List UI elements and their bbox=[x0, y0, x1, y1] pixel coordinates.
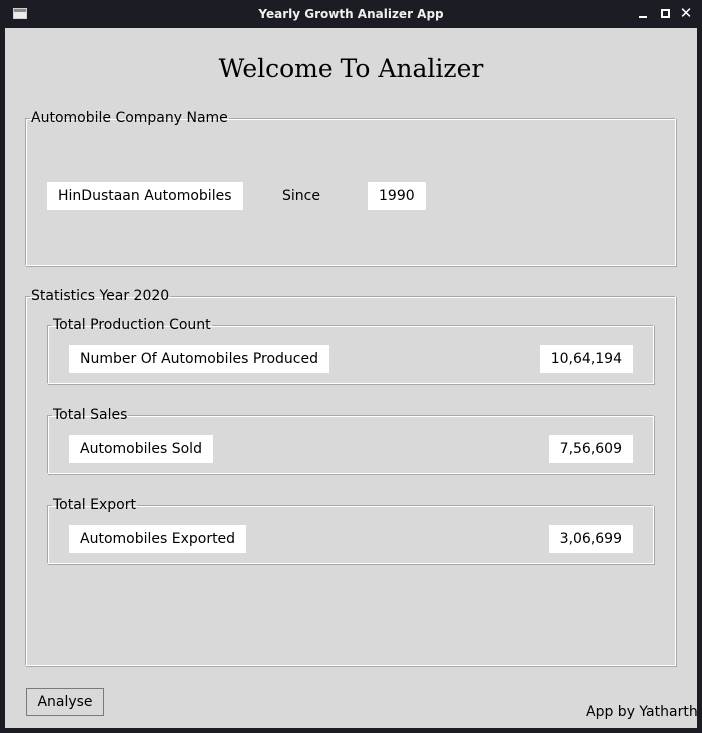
sales-label: Automobiles Sold bbox=[69, 435, 213, 463]
credit-label: App by Yatharth bbox=[586, 704, 698, 720]
window-title: Yearly Growth Analizer App bbox=[258, 7, 444, 21]
maximize-icon[interactable] bbox=[658, 6, 672, 20]
production-label: Number Of Automobiles Produced bbox=[69, 345, 329, 373]
company-name-value: HinDustaan Automobiles bbox=[47, 182, 243, 210]
page-title: Welcome To Analizer bbox=[218, 54, 484, 83]
production-legend: Total Production Count bbox=[53, 317, 211, 333]
since-label: Since bbox=[282, 188, 320, 204]
since-year-value: 1990 bbox=[368, 182, 426, 210]
production-value: 10,64,194 bbox=[539, 345, 633, 373]
window-content: Welcome To Analizer Automobile Company N… bbox=[5, 28, 698, 728]
company-name-legend: Automobile Company Name bbox=[31, 110, 228, 126]
export-value: 3,06,699 bbox=[548, 525, 633, 553]
close-icon[interactable]: ✕ bbox=[679, 6, 693, 21]
export-label: Automobiles Exported bbox=[69, 525, 247, 553]
export-legend: Total Export bbox=[53, 497, 136, 513]
sales-legend: Total Sales bbox=[53, 407, 128, 423]
title-bar[interactable]: Yearly Growth Analizer App ✕ bbox=[0, 0, 702, 28]
sales-value: 7,56,609 bbox=[548, 435, 633, 463]
minimize-icon[interactable] bbox=[636, 6, 650, 20]
analyse-button[interactable]: Analyse bbox=[26, 688, 104, 716]
statistics-legend: Statistics Year 2020 bbox=[31, 288, 170, 304]
app-window: Yearly Growth Analizer App ✕ Welcome To … bbox=[0, 0, 702, 733]
